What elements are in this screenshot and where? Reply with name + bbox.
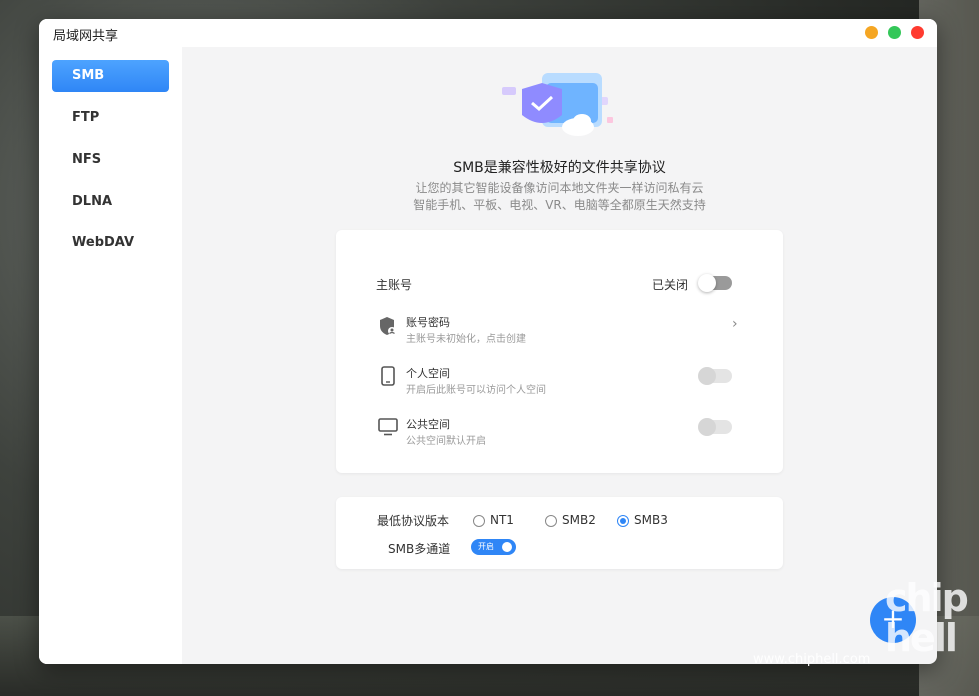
sidebar-item-webdav[interactable]: WebDAV <box>52 227 169 259</box>
sidebar: SMB FTP NFS DLNA WebDAV <box>39 47 182 664</box>
radio-nt1[interactable] <box>473 515 485 527</box>
main-content: SMB是兼容性极好的文件共享协议 让您的其它智能设备像访问本地文件夹一样访问私有… <box>182 47 937 664</box>
sidebar-item-nfs[interactable]: NFS <box>52 144 169 176</box>
monitor-icon <box>378 418 398 436</box>
radio-smb2-label[interactable]: SMB2 <box>562 513 596 527</box>
page-subtitle-1: 让您的其它智能设备像访问本地文件夹一样访问私有云 <box>415 181 704 195</box>
minimize-button[interactable] <box>865 26 878 39</box>
radio-smb3[interactable] <box>617 515 629 527</box>
personal-space-label: 个人空间 <box>406 367 450 380</box>
multichannel-toggle-text: 开启 <box>478 542 494 551</box>
public-space-label: 公共空间 <box>406 418 450 431</box>
toggle-knob <box>698 418 716 436</box>
account-card: 主账号 已关闭 账号密码 主账号未初始化，点击创建 › 个人空间 开启后此账号可… <box>336 230 783 473</box>
sidebar-item-smb[interactable]: SMB <box>52 60 169 92</box>
public-space-toggle[interactable] <box>698 418 732 436</box>
radio-smb2[interactable] <box>545 515 557 527</box>
main-account-toggle[interactable] <box>698 274 732 292</box>
title-bar[interactable]: 局域网共享 <box>39 19 937 47</box>
main-account-status: 已关闭 <box>652 278 689 292</box>
protocol-card: 最低协议版本 NT1 SMB2 SMB3 SMB多通道 开启 <box>336 497 783 569</box>
radio-smb3-label[interactable]: SMB3 <box>634 513 668 527</box>
chevron-right-icon[interactable]: › <box>732 316 738 332</box>
account-password-hint: 主账号未初始化，点击创建 <box>406 334 526 345</box>
app-window: 局域网共享 SMB FTP NFS DLNA WebDAV SMB是兼容性极好的… <box>39 19 937 664</box>
phone-icon <box>381 366 395 386</box>
chiphell-logo: chip hell <box>885 576 969 660</box>
personal-space-toggle[interactable] <box>698 367 732 385</box>
page-title: SMB是兼容性极好的文件共享协议 <box>453 160 666 176</box>
radio-nt1-label[interactable]: NT1 <box>490 513 514 527</box>
toggle-knob <box>502 542 512 552</box>
maximize-button[interactable] <box>888 26 901 39</box>
multichannel-label: SMB多通道 <box>388 542 451 556</box>
sidebar-item-dlna[interactable]: DLNA <box>52 186 169 218</box>
personal-space-hint: 开启后此账号可以访问个人空间 <box>406 385 546 396</box>
main-account-label: 主账号 <box>376 278 413 292</box>
toggle-knob <box>698 274 716 292</box>
sidebar-item-ftp[interactable]: FTP <box>52 102 169 134</box>
multichannel-toggle[interactable]: 开启 <box>471 539 516 555</box>
watermark-url: www.chiphell.com <box>753 652 871 667</box>
page-subtitle-2: 智能手机、平板、电视、VR、电脑等全都原生天然支持 <box>413 198 706 212</box>
shield-user-icon <box>380 317 396 335</box>
toggle-knob <box>698 367 716 385</box>
account-password-label: 账号密码 <box>406 316 450 329</box>
window-title: 局域网共享 <box>53 29 119 44</box>
close-button[interactable] <box>911 26 924 39</box>
shared-folder-illustration <box>502 73 613 136</box>
min-version-label: 最低协议版本 <box>377 514 450 528</box>
public-space-hint: 公共空间默认开启 <box>406 436 486 447</box>
